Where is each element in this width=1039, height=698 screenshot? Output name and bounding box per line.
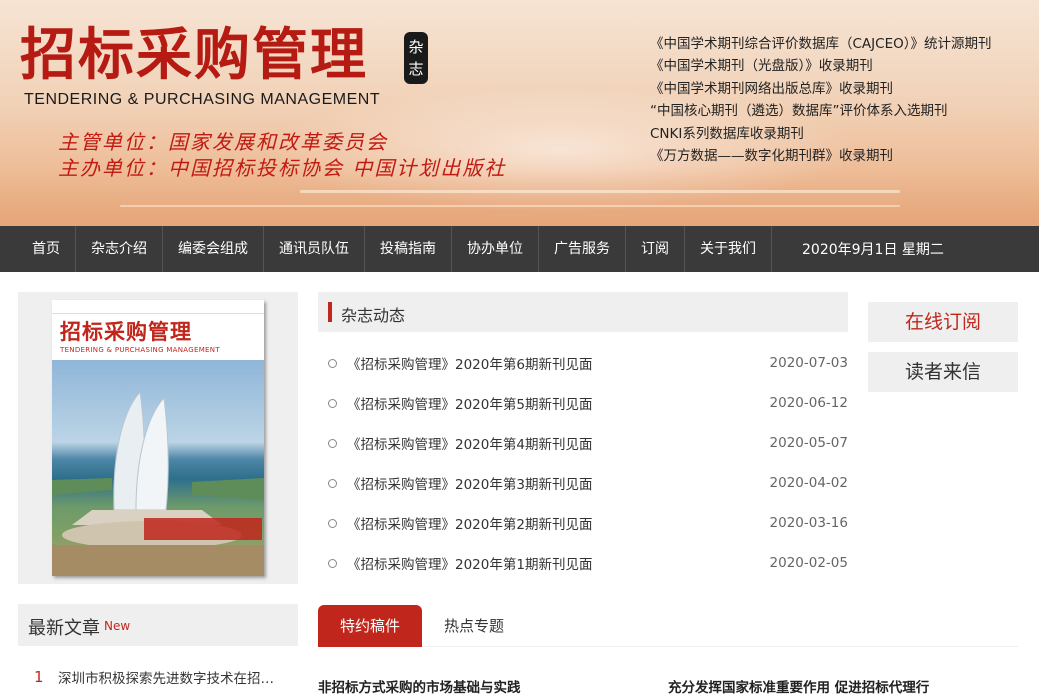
- cover-photo: [52, 360, 264, 576]
- indexing-item: 《中国学术期刊网络出版总库》收录期刊: [650, 80, 893, 97]
- list-item[interactable]: 《招标采购管理》2020年第2期新刊见面 2020-03-16: [328, 503, 848, 543]
- reader-letters-button[interactable]: 读者来信: [868, 352, 1018, 392]
- news-title[interactable]: 《招标采购管理》2020年第4期新刊见面: [347, 433, 592, 453]
- bullet-circle-icon: [328, 478, 337, 488]
- banner-wave-decoration: [120, 205, 900, 207]
- cover-topline: [52, 300, 264, 314]
- news-date: 2020-06-12: [769, 395, 848, 411]
- news-heading: 杂志动态: [341, 306, 406, 325]
- magazine-title: 招标采购管理: [20, 23, 368, 88]
- nav-item-about-magazine[interactable]: 杂志介绍: [76, 226, 163, 272]
- nav-item-editorial-board[interactable]: 编委会组成: [163, 226, 264, 272]
- news-title[interactable]: 《招标采购管理》2020年第3期新刊见面: [347, 473, 592, 493]
- list-item[interactable]: 《招标采购管理》2020年第4期新刊见面 2020-05-07: [328, 423, 848, 463]
- latest-heading: 最新文章: [28, 618, 100, 639]
- news-date: 2020-04-02: [769, 475, 848, 491]
- featured-article-link[interactable]: 充分发挥国家标准重要作用 促进招标代理行: [668, 676, 929, 696]
- nav-item-correspondents[interactable]: 通讯员队伍: [264, 226, 365, 272]
- indexing-item: CNKI系列数据库收录期刊: [650, 125, 804, 142]
- news-title[interactable]: 《招标采购管理》2020年第1期新刊见面: [347, 553, 592, 573]
- cover-subtitle: TENDERING & PURCHASING MANAGEMENT: [60, 346, 220, 354]
- bullet-circle-icon: [328, 518, 337, 528]
- news-title[interactable]: 《招标采购管理》2020年第6期新刊见面: [347, 353, 592, 373]
- news-title[interactable]: 《招标采购管理》2020年第5期新刊见面: [347, 393, 592, 413]
- nav-item-home[interactable]: 首页: [0, 226, 76, 272]
- list-item[interactable]: 《招标采购管理》2020年第1期新刊见面 2020-02-05: [328, 543, 848, 583]
- heading-accent-bar: [328, 302, 332, 322]
- bullet-circle-icon: [328, 438, 337, 448]
- article-rank: 1: [34, 668, 44, 686]
- current-date: 2020年9月1日 星期二: [802, 242, 944, 258]
- list-item[interactable]: 《招标采购管理》2020年第6期新刊见面 2020-07-03: [328, 343, 848, 383]
- indexing-item: 《中国学术期刊（光盘版）》收录期刊: [650, 58, 873, 75]
- tab-featured-articles[interactable]: 特约稿件: [318, 605, 422, 647]
- sponsor-line: 主管单位：国家发展和改革委员会: [58, 130, 388, 154]
- news-date: 2020-03-16: [769, 515, 848, 531]
- news-date: 2020-05-07: [769, 435, 848, 451]
- main-nav: 首页 杂志介绍 编委会组成 通讯员队伍 投稿指南 协办单位 广告服务 订阅 关于…: [0, 226, 1039, 272]
- magazine-tag: 杂志: [404, 32, 428, 84]
- indexing-item: 《中国学术期刊综合评价数据库（CAJCEO）》统计源期刊: [650, 36, 992, 52]
- bullet-circle-icon: [328, 558, 337, 568]
- online-subscribe-button[interactable]: 在线订阅: [868, 302, 1018, 342]
- article-tabs: 特约稿件 热点专题: [318, 605, 1018, 647]
- news-date: 2020-07-03: [769, 355, 848, 371]
- header-banner: 招标采购管理 杂志 TENDERING & PURCHASING MANAGEM…: [0, 0, 1039, 226]
- featured-article-link[interactable]: 非招标方式采购的市场基础与实践: [318, 676, 521, 696]
- bullet-circle-icon: [328, 398, 337, 408]
- news-header: 杂志动态: [318, 292, 848, 332]
- list-item[interactable]: 1 深圳市积极探索先进数字技术在招标投标领域的应用: [18, 656, 298, 698]
- magazine-title-en: TENDERING & PURCHASING MANAGEMENT: [24, 91, 381, 108]
- tab-hot-topics[interactable]: 热点专题: [426, 605, 522, 647]
- article-title[interactable]: 深圳市积极探索先进数字技术在招标投标领域的应用: [58, 667, 278, 687]
- sponsor-line: 主办单位：中国招标投标协会 中国计划出版社: [58, 156, 507, 180]
- banner-wave-decoration: [300, 190, 900, 193]
- nav-item-co-organizers[interactable]: 协办单位: [452, 226, 539, 272]
- nav-item-subscribe[interactable]: 订阅: [626, 226, 685, 272]
- list-item[interactable]: 《招标采购管理》2020年第5期新刊见面 2020-06-12: [328, 383, 848, 423]
- latest-articles-header: 最新文章 New: [18, 604, 298, 646]
- indexing-item: “中国核心期刊（遴选）数据库”评价体系入选期刊: [650, 103, 948, 120]
- nav-item-submission-guide[interactable]: 投稿指南: [365, 226, 452, 272]
- indexing-item: 《万方数据——数字化期刊群》收录期刊: [650, 148, 893, 165]
- news-title[interactable]: 《招标采购管理》2020年第2期新刊见面: [347, 513, 592, 533]
- news-date: 2020-02-05: [769, 555, 848, 571]
- indexing-list: 《中国学术期刊综合评价数据库（CAJCEO）》统计源期刊 《中国学术期刊（光盘版…: [650, 33, 991, 167]
- magazine-cover[interactable]: 招标采购管理 TENDERING & PURCHASING MANAGEMENT: [52, 300, 264, 576]
- cover-building-illustration: [52, 390, 264, 576]
- cover-title: 招标采购管理: [60, 320, 192, 344]
- new-badge: New: [104, 619, 131, 633]
- list-item[interactable]: 《招标采购管理》2020年第3期新刊见面 2020-04-02: [328, 463, 848, 503]
- bullet-circle-icon: [328, 358, 337, 368]
- news-list: 《招标采购管理》2020年第6期新刊见面 2020-07-03 《招标采购管理》…: [328, 343, 848, 583]
- nav-item-advertising[interactable]: 广告服务: [539, 226, 626, 272]
- nav-item-about-us[interactable]: 关于我们: [685, 226, 772, 272]
